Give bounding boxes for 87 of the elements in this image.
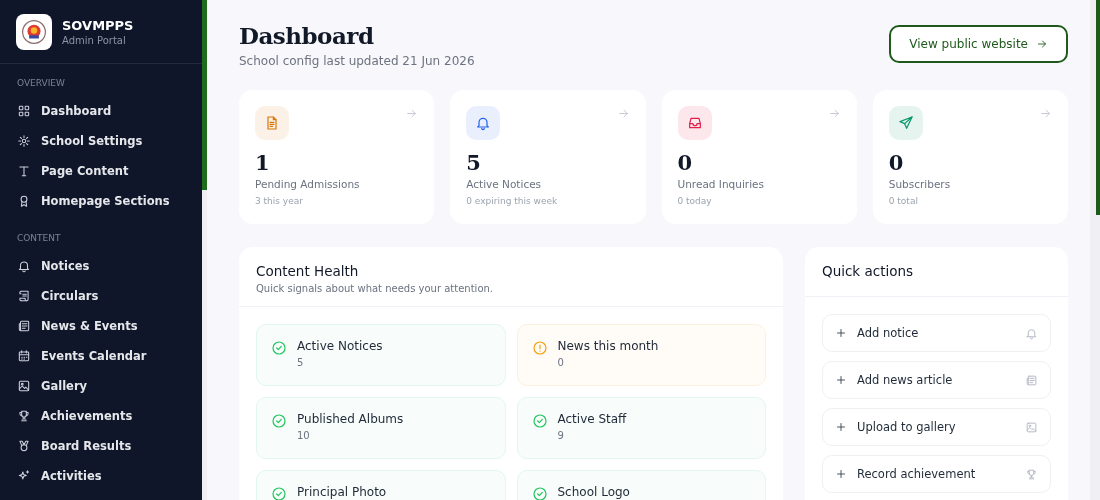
sidebar-item[interactable]: Activities: [0, 461, 202, 491]
quick-action-button[interactable]: Add notice: [822, 314, 1051, 352]
card-title: Quick actions: [822, 263, 915, 279]
trophy-icon: [17, 409, 31, 423]
health-label: Published Albums: [297, 412, 404, 426]
stat-label: Active Notices: [466, 178, 543, 190]
plus-icon: [835, 374, 847, 386]
settings-icon: [17, 134, 31, 148]
quick-action-button[interactable]: Record achievement: [822, 455, 1051, 493]
scroll-icon: [17, 289, 31, 303]
text-icon: [17, 164, 31, 178]
inbox-icon: [686, 115, 703, 131]
arrow-right-icon: [1036, 38, 1048, 50]
sidebar-item[interactable]: Page Content: [0, 156, 202, 186]
section-label: OVERVIEW: [16, 77, 66, 90]
arrow-right-icon: [827, 107, 841, 120]
scrollbar-thumb[interactable]: [202, 0, 207, 190]
arrow-right-icon: [405, 107, 419, 120]
brand-subtitle: Admin Portal: [62, 35, 127, 46]
plus-icon: [835, 421, 847, 433]
sidebar-item[interactable]: Board Results: [0, 431, 202, 461]
check-circle-icon: [271, 340, 287, 356]
bell-icon: [475, 115, 492, 131]
stat-value: 5: [466, 150, 482, 175]
stat-card[interactable]: 1 Pending Admissions 3 this year: [239, 90, 435, 224]
check-circle-icon: [271, 413, 287, 429]
alert-circle-icon: [531, 340, 548, 356]
school-logo: [16, 14, 52, 50]
quick-action-button[interactable]: Upload to gallery: [822, 408, 1051, 446]
view-website-button[interactable]: View public website: [889, 25, 1068, 63]
stat-value: 0: [677, 150, 694, 175]
section-label: CONTENT: [16, 232, 62, 245]
quick-action-button[interactable]: Add news article: [822, 361, 1051, 399]
health-value: 10: [297, 430, 311, 441]
sidebar-item[interactable]: Notices: [0, 251, 202, 281]
send-icon: [897, 115, 914, 131]
arrow-right-icon: [616, 107, 630, 120]
image-icon: [1025, 420, 1038, 434]
brand-name: SOVMPPS: [62, 18, 134, 33]
health-label: News this month: [557, 339, 659, 353]
sidebar-item[interactable]: Dashboard: [0, 96, 202, 126]
health-label: Active Notices: [297, 339, 383, 353]
award-icon: [17, 194, 31, 208]
medal-icon: [17, 439, 31, 453]
stat-note: 0 total: [888, 196, 919, 206]
bell-icon: [17, 259, 31, 273]
plus-icon: [835, 327, 847, 339]
health-label: School Logo: [557, 485, 630, 499]
check-circle-icon: [531, 413, 548, 429]
sidebar-item[interactable]: School Settings: [0, 126, 202, 156]
health-label: Active Staff: [557, 412, 627, 426]
document-icon: [264, 115, 280, 131]
stat-label: Pending Admissions: [255, 178, 361, 190]
health-value: 0: [557, 357, 565, 368]
stat-label: Subscribers: [888, 178, 952, 190]
card-title: Content Health: [256, 263, 360, 279]
stat-card[interactable]: 0 Subscribers 0 total: [872, 90, 1068, 224]
stat-value: 0: [888, 150, 905, 175]
stat-note: 3 this year: [255, 196, 304, 206]
health-label: Principal Photo: [297, 485, 387, 499]
sidebar-item[interactable]: Gallery: [0, 371, 202, 401]
plus-icon: [835, 468, 847, 480]
sidebar-item[interactable]: Achievements: [0, 401, 202, 431]
grid-icon: [17, 104, 31, 118]
stat-card[interactable]: 5 Active Notices 0 expiring this week: [450, 90, 646, 224]
stat-label: Unread Inquiries: [677, 178, 765, 190]
sidebar-item[interactable]: Homepage Sections: [0, 186, 202, 216]
health-value: 9: [557, 430, 565, 441]
stat-note: 0 today: [677, 196, 713, 206]
calendar-icon: [17, 349, 31, 363]
newspaper-icon: [17, 319, 31, 333]
stat-card[interactable]: 0 Unread Inquiries 0 today: [661, 90, 857, 224]
page-title: Dashboard: [239, 22, 375, 49]
bell-icon: [1025, 326, 1038, 340]
sidebar-item[interactable]: Events Calendar: [0, 341, 202, 371]
stat-value: 1: [255, 150, 271, 175]
page-subtitle: School config last updated 21 Jun 2026: [239, 54, 475, 68]
sidebar-item[interactable]: News & Events: [0, 311, 202, 341]
trophy-icon: [1025, 467, 1038, 481]
arrow-right-icon: [1039, 107, 1052, 120]
scrollbar-thumb[interactable]: [1096, 0, 1100, 215]
health-value: 5: [297, 357, 305, 368]
newspaper-icon: [1025, 373, 1038, 387]
image-icon: [17, 379, 31, 393]
sidebar-item[interactable]: Circulars: [0, 281, 202, 311]
stat-note: 0 expiring this week: [466, 196, 559, 206]
card-subtitle: Quick signals about what needs your attention.: [256, 283, 495, 294]
